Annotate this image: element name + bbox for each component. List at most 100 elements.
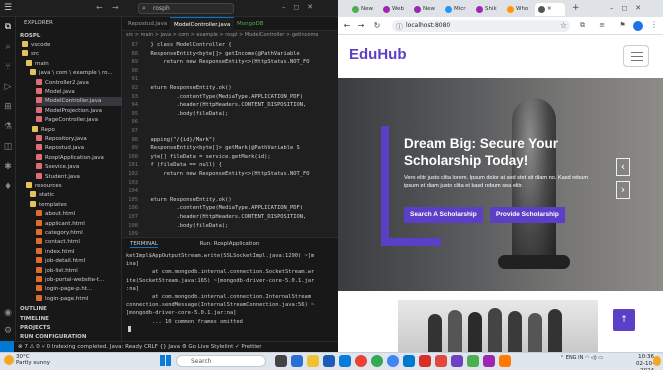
- back-to-top-button[interactable]: ↑: [613, 309, 635, 331]
- window-controls[interactable]: –◻✕: [282, 3, 321, 11]
- tree-root[interactable]: ROSPL: [20, 32, 40, 41]
- forward-icon[interactable]: →: [356, 20, 366, 32]
- browser-tab[interactable]: Shik: [473, 3, 503, 16]
- timeline-section[interactable]: TIMELINE: [20, 315, 49, 324]
- firefox-icon[interactable]: [499, 355, 511, 367]
- browser-tab[interactable]: Who: [504, 3, 534, 16]
- info-icon[interactable]: ⓘ: [396, 22, 403, 32]
- tree-item[interactable]: ModelController.java: [36, 97, 122, 107]
- battery-icon[interactable]: ▭: [598, 355, 603, 361]
- tab-mongodb[interactable]: MongoDB: [233, 17, 267, 31]
- forward-icon[interactable]: →: [112, 3, 119, 12]
- new-tab-icon[interactable]: +: [572, 3, 580, 13]
- profile-avatar[interactable]: [633, 21, 643, 31]
- terminal-run-label[interactable]: Run: RosplApplication: [200, 241, 260, 247]
- clock[interactable]: 10:36 02-10-2024: [624, 354, 654, 370]
- tree-item[interactable]: Repo: [32, 125, 122, 135]
- taskbar-app-icon[interactable]: [435, 355, 447, 367]
- chrome-icon[interactable]: [355, 355, 367, 367]
- provide-scholarship-button[interactable]: Provide Scholarship: [490, 207, 565, 223]
- carousel-next-button[interactable]: ›: [616, 181, 630, 199]
- tab-repostud[interactable]: Repostud.java: [124, 17, 171, 31]
- tree-item[interactable]: main: [26, 59, 122, 69]
- taskbar-app-icon[interactable]: [275, 355, 287, 367]
- tree-item[interactable]: Ssevice.java: [36, 163, 122, 172]
- command-search-input[interactable]: rosph: [138, 3, 234, 14]
- tree-item[interactable]: src: [22, 50, 122, 59]
- tree-item[interactable]: Repostud.java: [36, 144, 122, 153]
- gear-icon[interactable]: ⚙: [3, 326, 13, 336]
- more-icon[interactable]: ⋮: [650, 20, 658, 29]
- remote-indicator-button[interactable]: [0, 341, 14, 352]
- taskbar-app-icon[interactable]: [339, 355, 351, 367]
- taskbar-app-icon[interactable]: [371, 355, 383, 367]
- terminal-tab[interactable]: TERMINAL: [130, 241, 158, 248]
- test-icon[interactable]: ⚗: [3, 122, 13, 132]
- browser-tab[interactable]: Web: [380, 3, 410, 16]
- back-icon[interactable]: ←: [342, 20, 352, 32]
- search-icon[interactable]: ⌕: [3, 42, 13, 52]
- tree-item[interactable]: about.html: [36, 210, 122, 219]
- taskbar-search-input[interactable]: Search: [176, 355, 266, 367]
- tree-item[interactable]: login-page-p.ht...: [36, 285, 122, 294]
- language-indicator[interactable]: ENG IN: [566, 355, 584, 361]
- reload-icon[interactable]: ↻: [372, 20, 382, 32]
- tree-item[interactable]: contact.html: [36, 238, 122, 247]
- remote-icon[interactable]: ◫: [3, 142, 13, 152]
- tree-item[interactable]: static: [30, 191, 122, 200]
- projects-section[interactable]: PROJECTS: [20, 324, 51, 333]
- star-icon[interactable]: ☆: [560, 21, 567, 30]
- address-bar[interactable]: localhost:8080: [392, 20, 570, 32]
- tab-modelcontroller[interactable]: ModelController.java: [170, 17, 235, 31]
- carousel-prev-button[interactable]: ‹: [616, 158, 630, 176]
- browser-tab-active[interactable]: ✕: [535, 3, 565, 16]
- taskbar-app-icon[interactable]: [419, 355, 431, 367]
- browser-window-controls[interactable]: –◻✕: [610, 4, 649, 12]
- tree-item[interactable]: job-detail.html: [36, 257, 122, 266]
- browser-tab[interactable]: New: [349, 3, 379, 16]
- extensions-icon[interactable]: ⊞: [3, 102, 13, 112]
- tree-item[interactable]: applicant.html: [36, 219, 122, 229]
- wifi-icon[interactable]: ◠: [583, 355, 591, 361]
- tree-item[interactable]: templates: [30, 200, 122, 210]
- tree-item[interactable]: vscode: [22, 41, 122, 50]
- tree-item[interactable]: job-portal-website-t...: [36, 276, 122, 285]
- tree-item[interactable]: index.html: [36, 247, 122, 257]
- site-logo[interactable]: EduHub: [349, 46, 407, 63]
- tree-item[interactable]: Controller2.java: [36, 78, 122, 88]
- tree-item[interactable]: category.html: [36, 229, 122, 238]
- menu-toggle-button[interactable]: [623, 45, 649, 67]
- source-control-icon[interactable]: ⑂: [3, 62, 13, 72]
- tree-item[interactable]: PageController.java: [36, 116, 122, 125]
- account-icon[interactable]: ◉: [3, 308, 13, 318]
- vscode-menu-icon[interactable]: ☰: [4, 3, 14, 13]
- notifications-icon[interactable]: [653, 356, 661, 366]
- vscode-icon[interactable]: [403, 355, 415, 367]
- taskbar-app-icon[interactable]: [451, 355, 463, 367]
- bug-icon[interactable]: ✱: [3, 162, 13, 172]
- taskbar-app-icon[interactable]: [387, 355, 399, 367]
- tree-item[interactable]: ModelProjection.java: [36, 106, 122, 116]
- taskbar-app-icon[interactable]: [291, 355, 303, 367]
- tree-item[interactable]: login-page.html: [36, 294, 122, 304]
- tree-item[interactable]: Model.java: [36, 88, 122, 97]
- browser-tab[interactable]: New: [411, 3, 441, 16]
- outline-section[interactable]: OUTLINE: [20, 305, 47, 314]
- taskbar-app-icon[interactable]: [483, 355, 495, 367]
- taskbar-app-icon[interactable]: [307, 355, 319, 367]
- files-icon[interactable]: ⧉: [3, 22, 13, 32]
- weather-icon[interactable]: [4, 355, 14, 365]
- tree-item[interactable]: RosplApplication.java: [36, 153, 122, 163]
- taskbar-app-icon[interactable]: [323, 355, 335, 367]
- tree-item[interactable]: Repository.java: [36, 135, 122, 144]
- run-debug-icon[interactable]: ▷: [3, 82, 13, 92]
- windows-start-icon[interactable]: [160, 355, 171, 366]
- system-tray[interactable]: ⌃ ENG IN ◠ ◁) ▭: [560, 355, 603, 361]
- status-text[interactable]: ⊗ 7 ⚠ 0 ⑂ 0 Indexing completed. Java: Re…: [0, 344, 262, 350]
- mongo-leaf-icon[interactable]: ♦: [3, 182, 13, 192]
- tree-item[interactable]: Student.java: [36, 172, 122, 182]
- tree-item[interactable]: resources: [26, 182, 122, 191]
- search-scholarship-button[interactable]: Search A Scholarship: [404, 207, 483, 223]
- browser-tab[interactable]: Micr: [442, 3, 472, 16]
- taskbar-app-icon[interactable]: [467, 355, 479, 367]
